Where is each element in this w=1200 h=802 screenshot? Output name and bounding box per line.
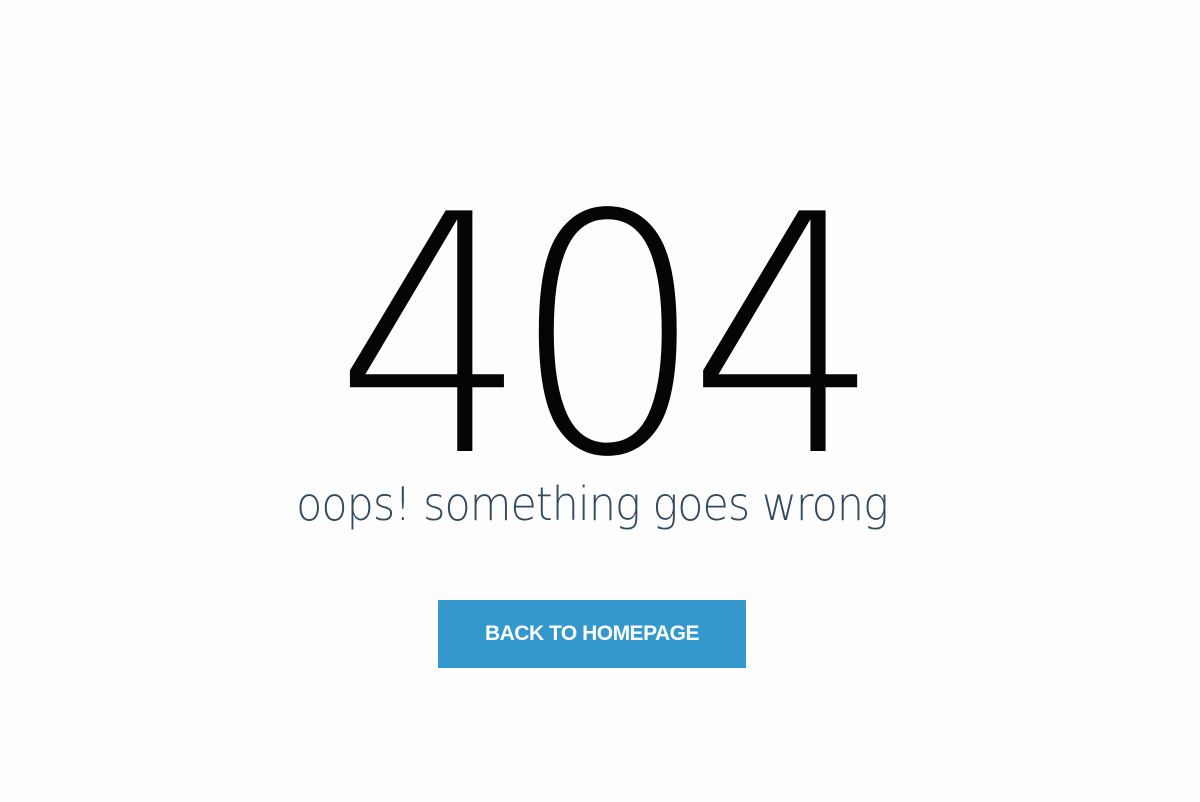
back-to-homepage-label: BACK TO HOMEPAGE xyxy=(484,622,700,645)
error-message: oops! something goes wrong xyxy=(296,477,889,531)
error-code: 404 xyxy=(335,145,881,529)
error-page: 404 oops! something goes wrong BACK TO H… xyxy=(0,0,1200,802)
back-to-homepage-button[interactable]: BACK TO HOMEPAGE xyxy=(438,600,746,668)
